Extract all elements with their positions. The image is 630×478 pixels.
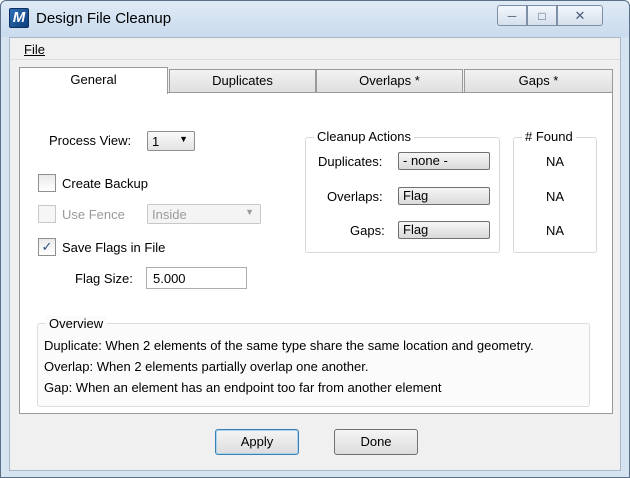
save-flags-checkbox[interactable]: ✓ xyxy=(38,238,56,256)
duplicates-action-label: Duplicates: xyxy=(318,154,383,169)
overlaps-found-value: NA xyxy=(546,189,565,204)
minimize-icon: ─ xyxy=(507,8,517,23)
done-button-label: Done xyxy=(360,434,392,449)
title-bar[interactable]: M Design File Cleanup ─ □ ✕ xyxy=(1,1,629,37)
maximize-icon: □ xyxy=(538,8,546,23)
menu-file-label: File xyxy=(24,42,45,57)
done-button[interactable]: Done xyxy=(334,429,418,455)
tab-duplicates[interactable]: Duplicates xyxy=(169,69,316,93)
use-fence-label: Use Fence xyxy=(62,207,125,222)
overview-overlap-text: Overlap: When 2 elements partially overl… xyxy=(44,359,369,374)
gaps-action-button[interactable]: Flag xyxy=(398,221,490,239)
save-flags-label: Save Flags in File xyxy=(62,240,166,255)
gaps-found-value: NA xyxy=(546,223,565,238)
chevron-down-icon: ▼ xyxy=(179,134,188,144)
app-icon[interactable]: M xyxy=(9,8,29,28)
menu-file[interactable]: File xyxy=(24,42,45,57)
process-view-value: 1 xyxy=(152,134,160,149)
flag-size-input[interactable] xyxy=(147,268,246,288)
process-view-dropdown[interactable]: 1 ▼ xyxy=(147,131,195,151)
tab-gaps[interactable]: Gaps * xyxy=(464,69,613,93)
fence-mode-dropdown[interactable]: Inside ▼ xyxy=(147,204,261,224)
minimize-button[interactable]: ─ xyxy=(497,5,527,26)
chevron-down-icon: ▼ xyxy=(245,207,254,217)
overview-duplicate-text: Duplicate: When 2 elements of the same t… xyxy=(44,338,534,353)
tab-overlaps[interactable]: Overlaps * xyxy=(316,69,463,93)
cleanup-actions-group: Cleanup Actions Duplicates: - none - Ove… xyxy=(305,129,500,253)
use-fence-checkbox[interactable] xyxy=(38,205,56,223)
window-title: Design File Cleanup xyxy=(36,10,172,27)
flag-size-field[interactable] xyxy=(146,267,247,289)
overview-title: Overview xyxy=(46,316,107,331)
apply-button-label: Apply xyxy=(240,434,274,449)
cleanup-actions-title: Cleanup Actions xyxy=(314,129,414,144)
create-backup-label: Create Backup xyxy=(62,176,148,191)
flag-size-label: Flag Size: xyxy=(75,271,133,286)
tab-general[interactable]: General xyxy=(19,67,168,94)
found-group: # Found NA NA NA xyxy=(513,129,597,253)
found-title: # Found xyxy=(522,129,576,144)
create-backup-checkbox[interactable] xyxy=(38,174,56,192)
gaps-action-label: Gaps: xyxy=(350,223,385,238)
duplicates-found-value: NA xyxy=(546,154,565,169)
duplicates-action-button[interactable]: - none - xyxy=(398,152,490,170)
overview-group: Overview Duplicate: When 2 elements of t… xyxy=(37,316,590,407)
dialog-client-area: File General Duplicates Overlaps * Gaps … xyxy=(9,37,621,471)
close-icon: ✕ xyxy=(574,7,586,23)
apply-button[interactable]: Apply xyxy=(215,429,299,455)
dialog-window: M Design File Cleanup ─ □ ✕ File General… xyxy=(0,0,630,478)
checkmark-icon: ✓ xyxy=(41,239,53,254)
overlaps-action-label: Overlaps: xyxy=(327,189,383,204)
overlaps-action-button[interactable]: Flag xyxy=(398,187,490,205)
close-button[interactable]: ✕ xyxy=(557,5,603,26)
fence-mode-value: Inside xyxy=(152,207,187,222)
maximize-button[interactable]: □ xyxy=(527,5,557,26)
general-tab-panel: Process View: 1 ▼ Create Backup Use Fenc… xyxy=(19,92,613,414)
process-view-label: Process View: xyxy=(49,133,132,148)
overview-gap-text: Gap: When an element has an endpoint too… xyxy=(44,380,442,395)
menu-bar: File xyxy=(10,38,620,60)
